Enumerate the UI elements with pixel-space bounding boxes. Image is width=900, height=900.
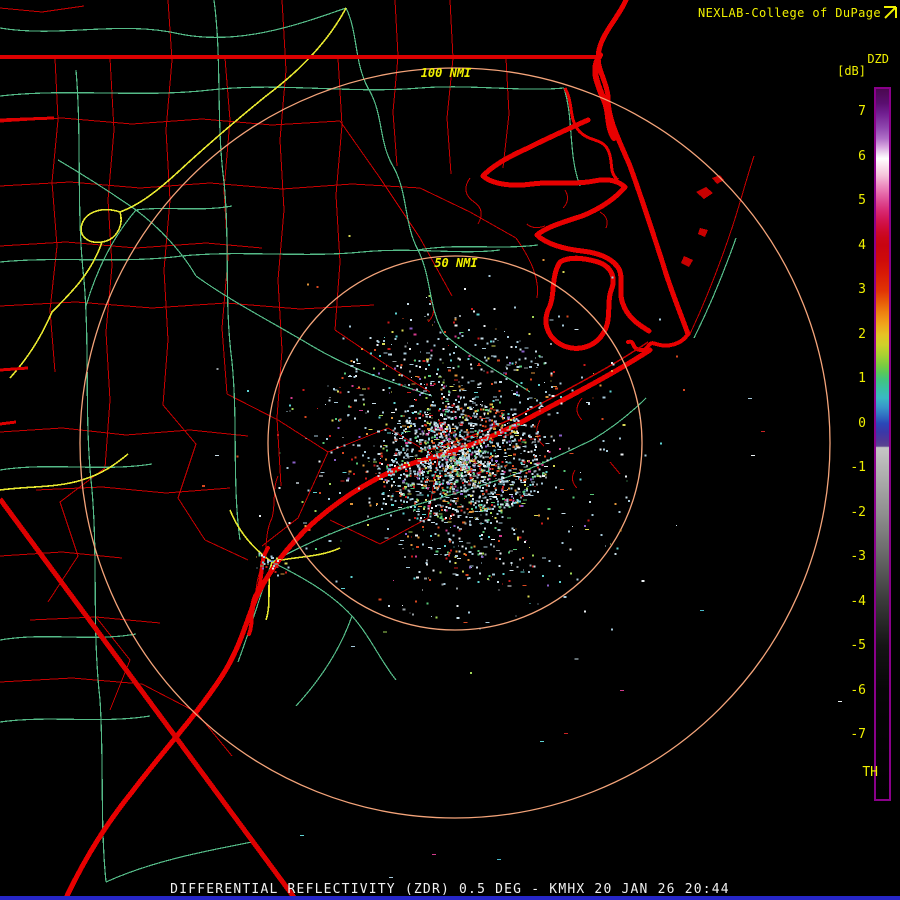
radar-map: 100 NMI 50 NMI [0, 0, 842, 900]
colorbar-tick: -4 [850, 593, 866, 609]
county-borders [0, 0, 755, 757]
colorbar-tick: 1 [858, 371, 866, 386]
ring-label-100nmi: 100 NMI [421, 66, 472, 80]
product-title: DIFFERENTIAL REFLECTIVITY (ZDR) 0.5 DEG … [170, 882, 730, 897]
radar-display: 100 NMI 50 NMI NEXLAB-College of DuPage … [0, 0, 900, 900]
colorbar-tick: 4 [858, 237, 866, 253]
ring-label-50nmi: 50 NMI [434, 256, 478, 270]
roads-secondary [0, 0, 737, 883]
roads-primary [0, 7, 347, 621]
coastline [0, 0, 691, 900]
colorbar-tick: -7 [850, 727, 866, 742]
colorbar-threshold-label: TH [862, 765, 878, 780]
colorbar-units: [dB] [837, 64, 866, 78]
college-of-dupage-logo-icon [884, 6, 897, 19]
footer-bar [0, 896, 900, 900]
page-title: NEXLAB-College of DuPage [698, 6, 881, 20]
colorbar-tick: 0 [858, 415, 866, 431]
colorbar-tick: -2 [850, 504, 866, 520]
cape-lookout [626, 332, 690, 353]
colorbar-tick: -1 [850, 460, 866, 475]
colorbar-tick: -6 [850, 682, 866, 698]
colorbar-tick: 7 [858, 104, 866, 119]
colorbar-tick: -3 [850, 549, 866, 564]
colorbar-title: DZD [867, 52, 889, 66]
colorbar-tick: 6 [858, 148, 866, 164]
new-river [247, 546, 270, 636]
colorbar-tick: 3 [858, 282, 866, 297]
radar-echoes [202, 235, 842, 878]
colorbar-tick: 2 [858, 326, 866, 342]
colorbar-tick: 5 [858, 193, 866, 208]
straight-boundary [0, 497, 299, 900]
coastal-islets [681, 175, 724, 267]
colorbar-scale [874, 87, 891, 801]
colorbar-tick: -5 [850, 638, 866, 653]
